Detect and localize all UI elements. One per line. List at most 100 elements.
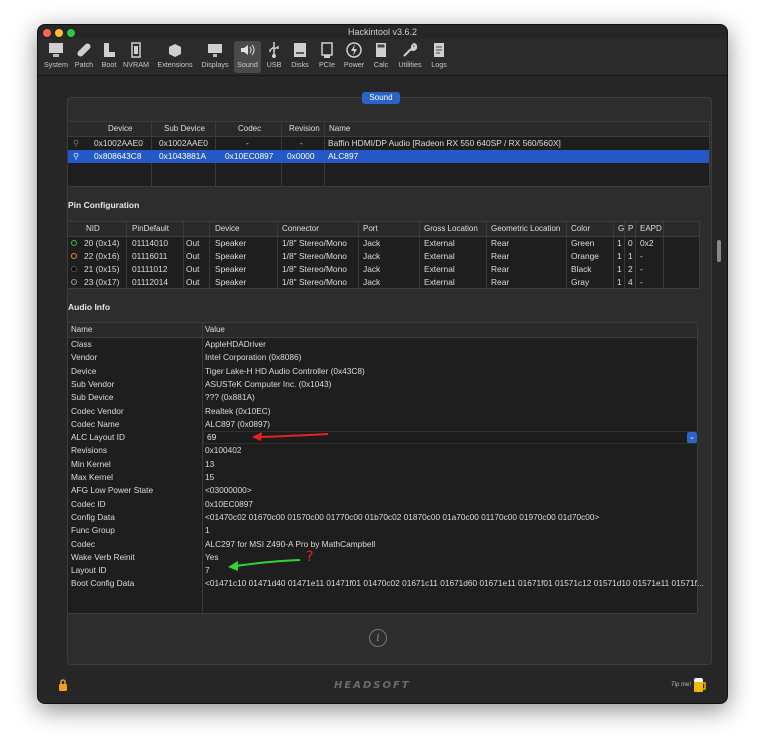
audio-info-row[interactable]: Vendor Intel Corporation (0x8086) <box>68 351 697 364</box>
pin-header-port[interactable]: Port <box>363 222 378 236</box>
close-window-button[interactable] <box>43 29 51 37</box>
pin-row[interactable]: 20 (0x14) 01114010 Out Speaker 1/8" Stereo/M… <box>68 237 699 250</box>
table-row[interactable]: ⚲ 0x1002AAE0 0x1002AAE0 - - Baffin HDMI/… <box>68 137 709 150</box>
audio-info-header: Name Value <box>68 323 697 338</box>
audio-info-name: Func Group <box>71 525 115 536</box>
pin-header-eapd[interactable]: EAPD <box>640 222 662 236</box>
disk-icon <box>294 43 306 57</box>
devices-table-header: Device Sub Device Codec Revision Name <box>68 122 709 137</box>
toolbar-disks-button[interactable]: Disks <box>288 41 312 73</box>
audio-info-value: <01471c10 01471d40 01471e11 01471f01 014… <box>205 578 704 589</box>
audio-info-row[interactable]: Func Group 1 <box>68 524 697 537</box>
pin-cell-pindefault: 01112014 <box>132 277 169 287</box>
pin-cell-eapd: - <box>640 264 643 274</box>
toolbar-power-button[interactable]: Power <box>340 41 368 73</box>
audio-info-name: Codec Vendor <box>71 405 124 416</box>
search-icon[interactable]: ⚲ <box>73 137 79 150</box>
audio-info-name: Device <box>71 365 97 376</box>
green-annotation-arrow <box>228 559 301 571</box>
audio-info-name: Layout ID <box>71 565 107 576</box>
audio-info-row[interactable]: Sub Device ??? (0x881A) <box>68 391 697 404</box>
pin-header-pindefault[interactable]: PinDefault <box>132 222 169 236</box>
toolbar-nvram-button[interactable]: NVRAM <box>121 41 151 73</box>
toolbar-patch-button[interactable]: Patch <box>72 41 96 73</box>
audio-header-name[interactable]: Name <box>71 323 92 337</box>
pin-header-p[interactable]: P <box>628 222 633 236</box>
devices-header-sub-device[interactable]: Sub Device <box>164 122 205 136</box>
pin-cell-p: 0 <box>628 238 633 248</box>
toolbar-label: USB <box>266 60 282 69</box>
pin-header-nid[interactable]: NID <box>86 222 100 236</box>
audio-info-row[interactable]: Wake Verb Reinit Yes <box>68 551 697 564</box>
toolbar-boot-button[interactable]: Boot <box>98 41 120 73</box>
audio-info-row[interactable]: Max Kernel 15 <box>68 471 697 484</box>
toolbar-displays-button[interactable]: Displays <box>198 41 232 73</box>
audio-info-row[interactable]: Boot Config Data <01471c10 01471d40 01471… <box>68 577 704 590</box>
toolbar-usb-button[interactable]: USB <box>263 41 285 73</box>
devices-header-codec[interactable]: Codec <box>238 122 261 136</box>
audio-info-row[interactable]: Revisions 0x100402 <box>68 444 697 457</box>
tab-sound[interactable]: Sound <box>362 92 400 104</box>
pin-row[interactable]: 22 (0x16) 01116011 Out Speaker 1/8" Stereo/M… <box>68 250 699 263</box>
pin-header-color[interactable]: Color <box>571 222 590 236</box>
audio-info-table: Name Value Class AppleHDADriver Vendor Inte… <box>67 322 704 614</box>
pin-header-connector[interactable]: Connector <box>282 222 319 236</box>
audio-info-row[interactable]: Codec ID 0x10EC0897 <box>68 498 697 511</box>
audio-info-row[interactable]: Sub Vendor ASUSTeK Computer Inc. (0x1043) <box>68 378 697 391</box>
audio-info-row[interactable]: Min Kernel 13 <box>68 458 697 471</box>
toolbar-label: Calc <box>373 60 389 69</box>
toolbar-extensions-button[interactable]: Extensions <box>154 41 196 73</box>
audio-info-row[interactable]: Codec Name ALC897 (0x0897) <box>68 418 697 431</box>
audio-header-value[interactable]: Value <box>205 323 225 337</box>
toolbar-pcie-button[interactable]: PCIe <box>316 41 338 73</box>
toolbar-utilities-button[interactable]: Utilities <box>394 41 426 73</box>
audio-info-row[interactable]: Codec Vendor Realtek (0x10EC) <box>68 405 697 418</box>
pin-cell-connector: 1/8" Stereo/Mono <box>282 238 347 248</box>
audio-info-row[interactable]: Codec ALC297 for MSI Z490-A Pro by MathCa… <box>68 538 697 551</box>
table-row-selected[interactable]: ⚲ 0x808643C8 0x1043881A 0x10EC0897 0x000… <box>68 150 709 163</box>
tip-me-label[interactable]: Tip me! <box>671 682 691 688</box>
pin-cell-nid: 20 (0x14) <box>84 238 120 248</box>
audio-info-name: Boot Config Data <box>71 578 135 589</box>
audio-info-row[interactable]: Device Tiger Lake-H HD Audio Controller (… <box>68 365 697 378</box>
audio-info-title: Audio Info <box>68 302 111 312</box>
toolbar-logs-button[interactable]: Logs <box>428 41 450 73</box>
pin-row[interactable]: 23 (0x17) 01112014 Out Speaker 1/8" Stereo/M… <box>68 276 699 289</box>
audio-info-row[interactable]: Layout ID 7 <box>68 564 697 577</box>
device-cell: 0x808643C8 <box>94 151 142 161</box>
audio-info-row[interactable]: Config Data <01470c02 01670c00 01570c00 0… <box>68 511 697 524</box>
minimize-window-button[interactable] <box>55 29 63 37</box>
box-icon <box>169 44 181 57</box>
info-button[interactable]: i <box>369 629 387 647</box>
audio-info-row[interactable]: AFG Low Power State <03000000> <box>68 484 697 497</box>
zoom-window-button[interactable] <box>67 29 75 37</box>
chevron-down-icon[interactable]: ⌄ <box>687 432 697 443</box>
toolbar-label: Utilities <box>398 60 422 69</box>
pin-header-geometric-location[interactable]: Geometric Location <box>491 222 560 236</box>
toolbar-sound-button[interactable]: Sound <box>234 41 261 73</box>
audio-info-value: Realtek (0x10EC) <box>205 405 271 416</box>
devices-header-revision[interactable]: Revision <box>289 122 320 136</box>
pin-cell-eapd: 0x2 <box>640 238 654 248</box>
audio-info-name: Codec Name <box>71 418 120 429</box>
pin-cell-nid: 21 (0x15) <box>84 264 120 274</box>
devices-header-device[interactable]: Device <box>108 122 132 136</box>
pin-cell-gross-location: External <box>424 251 455 261</box>
audio-info-name: Min Kernel <box>71 458 111 469</box>
pin-config-scrollbar[interactable] <box>717 240 721 262</box>
toolbar-calc-button[interactable]: Calc <box>370 41 392 73</box>
pin-cell-geometric-location: Rear <box>491 277 510 287</box>
toolbar: System Patch Boot NVRAM Extensions Displ… <box>38 39 727 76</box>
toolbar-system-button[interactable]: System <box>41 41 71 73</box>
audio-info-row[interactable]: Class AppleHDADriver <box>68 338 697 351</box>
pin-row[interactable]: 21 (0x15) 01111012 Out Speaker 1/8" Stereo/M… <box>68 263 699 276</box>
pin-cell-device: Speaker <box>215 264 247 274</box>
beer-icon[interactable] <box>693 676 707 693</box>
pin-header-device[interactable]: Device <box>215 222 239 236</box>
toolbar-label: Boot <box>101 60 117 69</box>
devices-header-name[interactable]: Name <box>329 122 350 136</box>
pin-header-gross-location[interactable]: Gross Location <box>424 222 478 236</box>
audio-info-value: 0x10EC0897 <box>205 498 253 509</box>
lock-icon[interactable] <box>58 679 68 692</box>
search-icon[interactable]: ⚲ <box>73 150 79 163</box>
